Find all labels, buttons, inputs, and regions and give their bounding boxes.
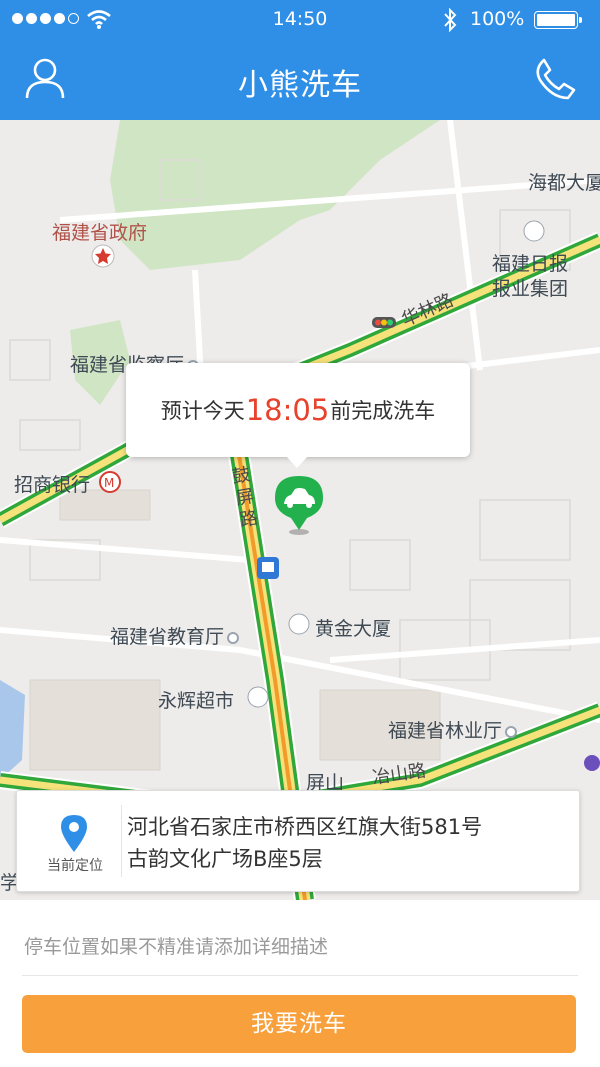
address-text: 河北省石家庄市桥西区红旗大街581号 古韵文化广场B座5层 [127, 811, 482, 875]
poi-province-gov[interactable]: 福建省政府 [52, 218, 147, 245]
poi-huangjin[interactable]: 黄金大厦 [315, 614, 391, 641]
phone-icon [536, 58, 576, 100]
eta-time: 18:05 [245, 393, 330, 427]
current-location-label: 当前定位 [47, 858, 103, 874]
top-bar: 14:50 100% 小熊洗车 [0, 0, 600, 120]
battery-percent: 100% [470, 8, 525, 30]
poi-ribao-line1[interactable]: 福建日报 [492, 249, 568, 276]
location-pin-icon [61, 815, 87, 852]
eta-bubble: 预计今天 18:05 前完成洗车 [126, 363, 470, 468]
poi-zhaoshang[interactable]: 招商银行 [14, 470, 90, 497]
battery-icon [534, 11, 582, 29]
map-view[interactable]: M 海都大厦 福建省政府 福建日报 报业集团 福建省监察厅 招商银行 福建省教育… [0, 120, 600, 900]
bottom-panel: 我要洗车 [0, 900, 600, 1067]
call-button[interactable] [532, 56, 578, 102]
page-title: 小熊洗车 [238, 68, 362, 103]
poi-haidu[interactable]: 海都大厦 [528, 168, 600, 195]
app-header: 小熊洗车 [0, 40, 600, 120]
eta-suffix: 前完成洗车 [330, 399, 436, 423]
poi-ribao-line2[interactable]: 报业集团 [492, 274, 568, 301]
bluetooth-icon [444, 7, 457, 33]
parking-description-input[interactable] [22, 918, 578, 976]
eta-prefix: 预计今天 [160, 399, 245, 423]
wash-car-button[interactable]: 我要洗车 [22, 995, 576, 1053]
poi-yonghui[interactable]: 永辉超市 [158, 686, 234, 713]
poi-jiaoyu[interactable]: 福建省教育厅 [110, 622, 240, 649]
poi-linye[interactable]: 福建省林业厅 [388, 716, 518, 743]
svg-text:M: M [104, 476, 114, 490]
status-bar: 14:50 100% [0, 0, 600, 40]
car-pin-icon[interactable] [273, 474, 325, 535]
card-divider [121, 805, 122, 877]
current-location-card[interactable]: 当前定位 河北省石家庄市桥西区红旗大街581号 古韵文化广场B座5层 [16, 790, 580, 892]
address-line1: 河北省石家庄市桥西区红旗大街581号 [127, 815, 483, 839]
address-line2: 古韵文化广场B座5层 [127, 847, 323, 871]
